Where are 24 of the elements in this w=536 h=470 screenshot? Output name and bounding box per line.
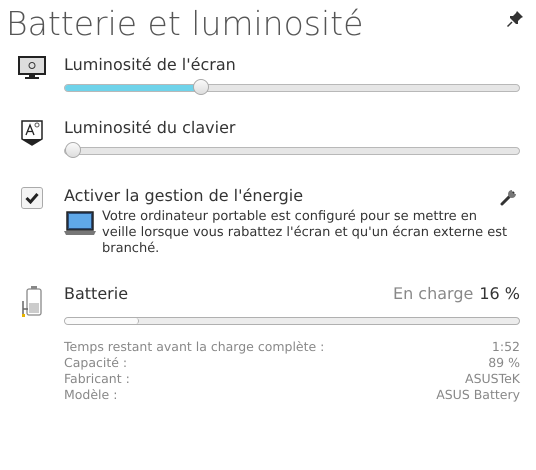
keyboard-backlight-icon xyxy=(20,119,44,147)
detail-value: 89 % xyxy=(488,355,520,371)
window-title: Batterie et luminosité xyxy=(6,4,364,44)
detail-label: Temps restant avant la charge complète : xyxy=(64,339,324,355)
charging-status: En charge xyxy=(392,284,474,303)
battery-label: Batterie xyxy=(64,283,128,305)
brightness-slider[interactable] xyxy=(64,143,520,159)
description-text: Votre ordinateur portable est configuré pour se mettre en veille lorsque vous rabattez l'écran et qu'un écran externe est branché. xyxy=(102,209,508,257)
slider-label: Luminosité du clavier xyxy=(64,117,236,139)
checkbox[interactable] xyxy=(21,187,43,209)
checkbox-label: Activer la gestion de l'énergie xyxy=(64,185,304,207)
slider-label: Luminosité de l'écran xyxy=(64,54,237,76)
detail-value: ASUS Battery xyxy=(436,387,520,403)
detail-label: Fabricant : xyxy=(64,371,130,387)
detail-value: 1:52 xyxy=(492,339,520,355)
monitor-icon xyxy=(18,56,46,80)
detail-value: ASUSTeK xyxy=(465,371,520,387)
detail-label: Modèle : xyxy=(64,387,118,403)
battery-percent: 16 % xyxy=(479,284,520,303)
detail-label: Capacité : xyxy=(64,355,128,371)
laptop-icon xyxy=(64,209,96,237)
checkmark-icon xyxy=(25,192,39,204)
pin-icon[interactable] xyxy=(506,10,524,28)
brightness-slider[interactable] xyxy=(64,80,520,96)
